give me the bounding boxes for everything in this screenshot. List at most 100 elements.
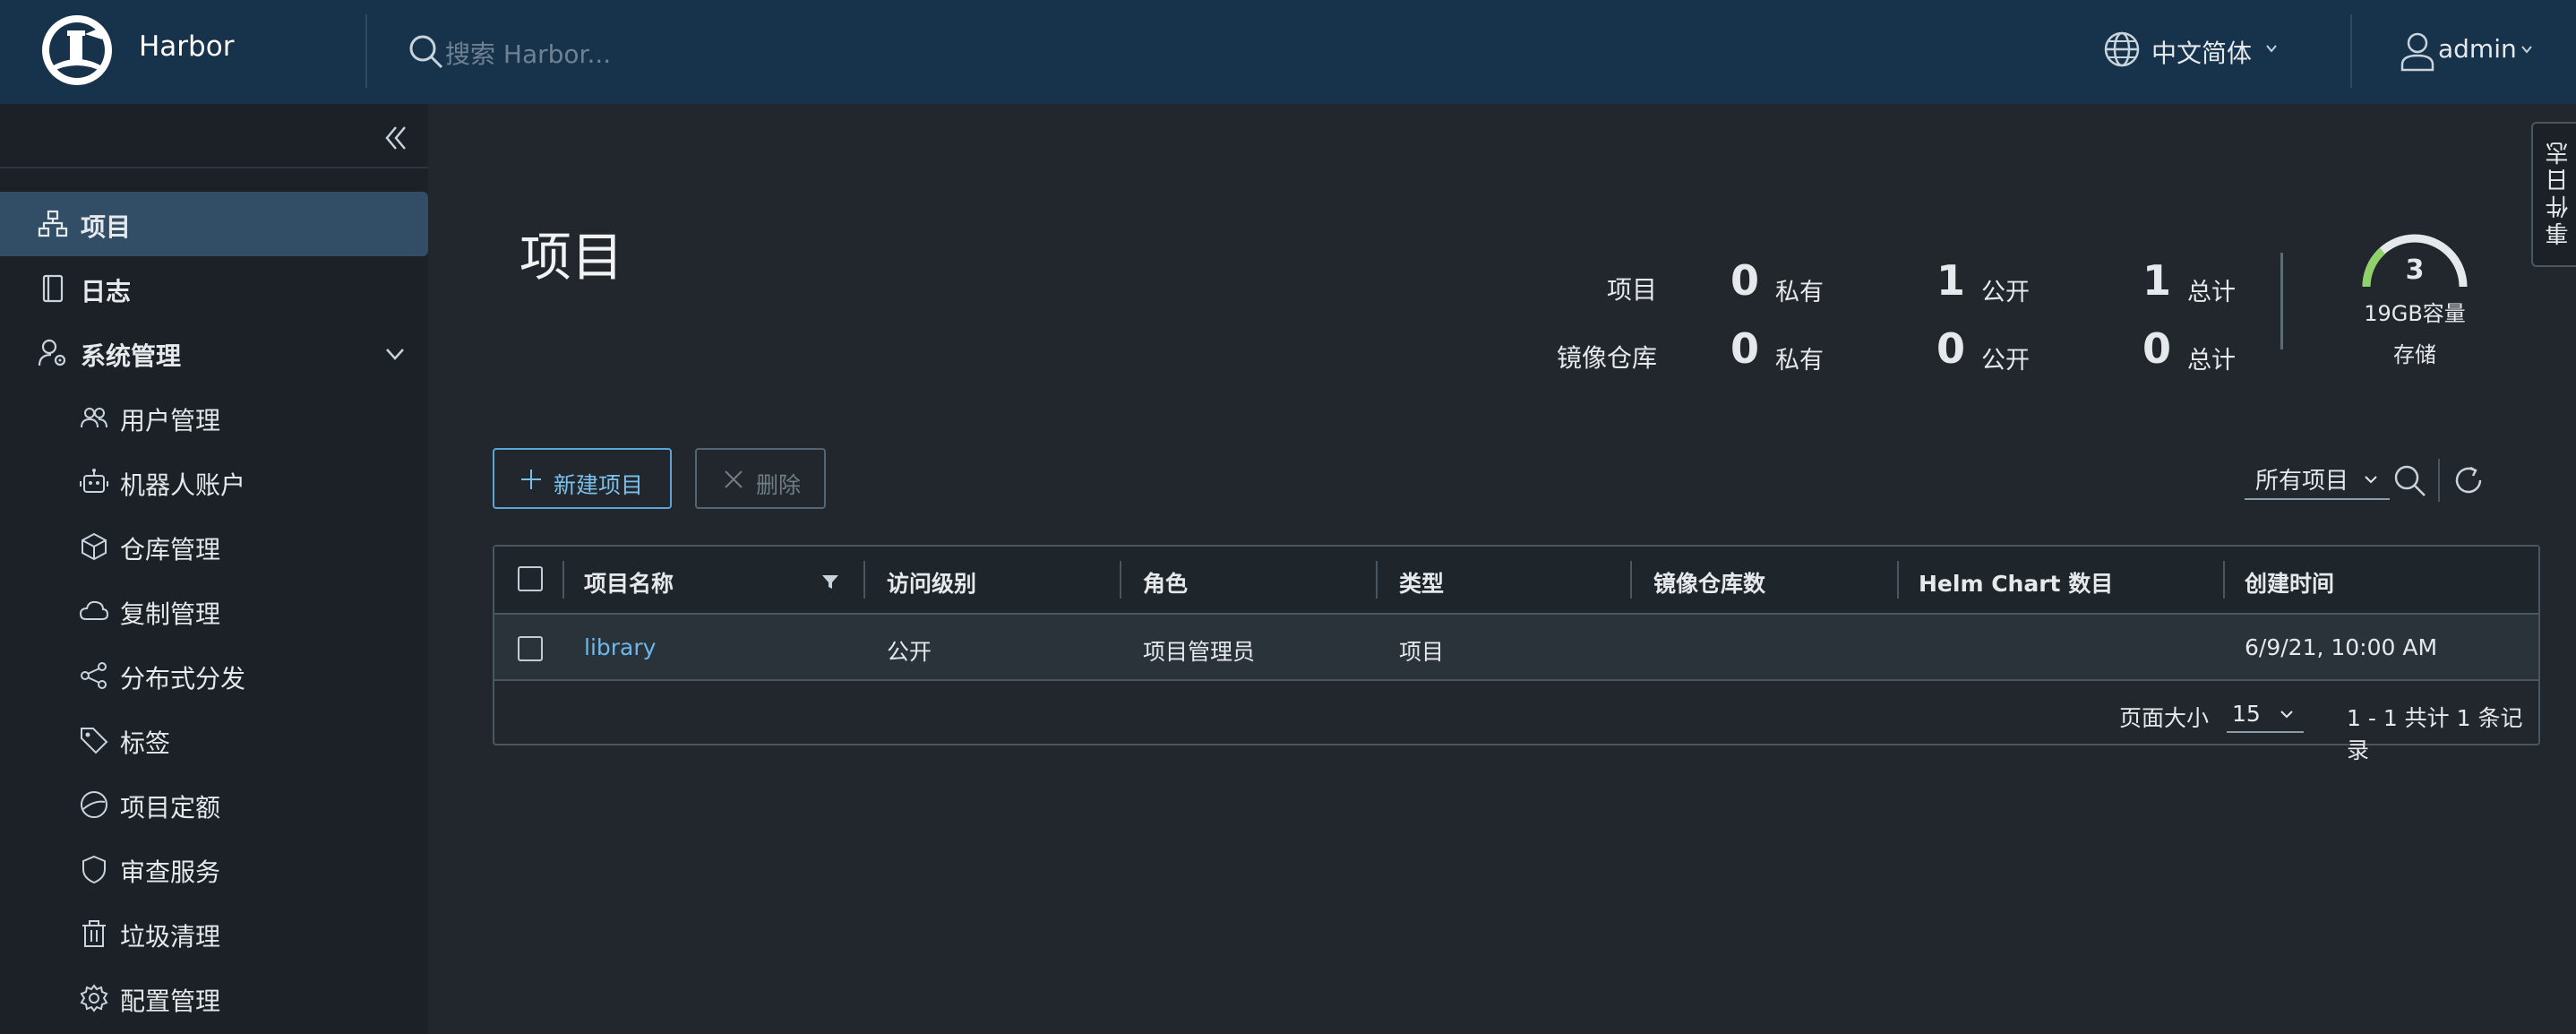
sidebar-divider <box>0 167 428 168</box>
close-icon <box>725 470 743 488</box>
stats-public-label: 公开 <box>1981 279 2030 306</box>
robot-icon <box>80 469 108 493</box>
project-filter-select[interactable]: 所有项目 <box>2245 459 2390 500</box>
stats-projects-private: 0 <box>1730 256 1759 305</box>
user-icon <box>2400 32 2434 72</box>
sidebar-item-label: 日志 <box>81 277 132 306</box>
table-header: 项目名称 访问级别 角色 类型 镜像仓库数 Helm Chart 数目 创建时间 <box>494 547 2538 615</box>
record-count: 1 - 1 共计 1 条记录 <box>2347 705 2523 763</box>
delete-button[interactable]: 删除 <box>695 448 826 509</box>
chevron-down-icon <box>2365 476 2377 484</box>
storage-value: 3 <box>2405 254 2425 286</box>
chevron-down-icon[interactable] <box>383 342 407 366</box>
filter-icon[interactable] <box>820 572 840 591</box>
globe-icon <box>2104 31 2140 67</box>
storage-label: 存储 <box>2393 342 2436 367</box>
brand-name[interactable]: Harbor <box>139 30 234 63</box>
chevron-down-icon <box>2280 711 2293 719</box>
top-navbar: Harbor 搜索 Harbor... 中文简体 admin <box>0 0 2576 104</box>
stats-private-label: 私有 <box>1775 347 1824 375</box>
event-log-label: 事件日志 <box>2546 138 2572 246</box>
cloud-icon <box>79 600 109 620</box>
page-size-label: 页面大小 <box>2119 705 2210 731</box>
select-all-checkbox[interactable] <box>518 566 543 591</box>
users-icon <box>81 408 107 428</box>
column-separator <box>2223 561 2225 599</box>
storage-capacity: 19GB容量 <box>2364 301 2466 326</box>
harbor-logo-icon[interactable] <box>39 13 115 88</box>
cell-role: 项目管理员 <box>1143 639 1256 665</box>
column-header-role[interactable]: 角色 <box>1143 566 1188 599</box>
sidebar-item-label: 项目 <box>81 212 132 242</box>
sidebar-item-label: 复制管理 <box>120 599 221 629</box>
column-header-repo-count[interactable]: 镜像仓库数 <box>1653 566 1765 599</box>
sidebar-item-label: 标签 <box>120 728 171 758</box>
stats-repos-label: 镜像仓库 <box>1557 343 1658 373</box>
refresh-icon[interactable] <box>2451 462 2486 498</box>
new-project-label: 新建项目 <box>554 472 644 498</box>
sidebar-item-configuration[interactable]: 配置管理 <box>0 966 428 1030</box>
column-separator <box>863 561 865 599</box>
trash-icon <box>82 920 106 947</box>
project-name-link[interactable]: library <box>584 634 656 660</box>
column-separator <box>1120 561 1121 599</box>
sidebar-item-distributions[interactable]: 分布式分发 <box>0 643 428 708</box>
search-icon[interactable] <box>2391 462 2427 498</box>
user-menu[interactable]: admin <box>2438 34 2517 64</box>
column-separator <box>1376 561 1378 599</box>
language-selector[interactable]: 中文简体 <box>2151 34 2252 70</box>
stats-total-label: 总计 <box>2187 347 2236 375</box>
delete-label: 删除 <box>756 472 802 498</box>
sidebar-item-project-quotas[interactable]: 项目定额 <box>0 772 428 837</box>
log-icon <box>42 274 64 303</box>
column-header-name[interactable]: 项目名称 <box>584 566 674 599</box>
new-project-button[interactable]: 新建项目 <box>493 448 672 509</box>
table-footer: 页面大小 15 1 - 1 共计 1 条记录 <box>494 681 2538 763</box>
column-separator <box>1897 561 1899 599</box>
stats-projects-total: 1 <box>2142 256 2171 305</box>
global-search-input[interactable]: 搜索 Harbor... <box>445 35 611 71</box>
project-filter-value: 所有项目 <box>2255 468 2349 495</box>
sidebar-item-label: 项目定额 <box>120 793 221 823</box>
column-header-type[interactable]: 类型 <box>1399 566 1444 599</box>
page-size-select[interactable]: 15 <box>2227 694 2304 733</box>
toolbar-divider <box>2438 459 2440 502</box>
stats-projects-public: 1 <box>1936 256 1965 305</box>
sidebar-item-replications[interactable]: 复制管理 <box>0 579 428 643</box>
column-separator <box>1630 561 1632 599</box>
column-header-access[interactable]: 访问级别 <box>887 566 976 599</box>
sidebar-item-label: 系统管理 <box>81 341 182 371</box>
stats-repos-total: 0 <box>2142 324 2171 373</box>
sidebar-item-labels[interactable]: 标签 <box>0 708 428 772</box>
column-header-created[interactable]: 创建时间 <box>2245 566 2334 599</box>
column-header-chart-count[interactable]: Helm Chart 数目 <box>1919 566 2113 599</box>
sidebar-item-users[interactable]: 用户管理 <box>0 385 428 450</box>
sidebar-item-interrogation-services[interactable]: 审查服务 <box>0 837 428 901</box>
admin-icon <box>38 339 66 366</box>
gear-icon <box>80 984 108 1012</box>
cell-created: 6/9/21, 10:00 AM <box>2245 634 2438 660</box>
projects-table: 项目名称 访问级别 角色 类型 镜像仓库数 Helm Chart 数目 创建时间… <box>493 545 2540 763</box>
row-checkbox[interactable] <box>518 636 543 661</box>
shield-icon <box>82 855 106 884</box>
chevron-down-icon[interactable] <box>2264 41 2279 56</box>
event-log-tab[interactable]: 事件日志 <box>2531 122 2576 267</box>
header-divider <box>365 14 367 88</box>
sidebar-item-administration[interactable]: 系统管理 <box>0 321 428 385</box>
chevron-down-icon[interactable] <box>2520 43 2533 56</box>
page-size-value: 15 <box>2232 701 2261 727</box>
sidebar-item-label: 垃圾清理 <box>120 922 221 952</box>
sidebar-item-robot-accounts[interactable]: 机器人账户 <box>0 450 428 514</box>
sidebar-item-registries[interactable]: 仓库管理 <box>0 514 428 579</box>
projects-icon <box>38 210 68 237</box>
share-icon <box>81 662 107 689</box>
sidebar-item-label: 分布式分发 <box>120 664 246 694</box>
plus-icon <box>521 470 541 489</box>
sidebar-item-logs[interactable]: 日志 <box>0 256 428 321</box>
table-row[interactable]: library 公开 项目管理员 项目 6/9/21, 10:00 AM <box>494 615 2538 681</box>
sidebar-item-garbage-collection[interactable]: 垃圾清理 <box>0 901 428 966</box>
collapse-sidebar-icon[interactable] <box>380 122 412 154</box>
sidebar: 项目 日志 系统管理 用户管理 机器人账户 仓库管理 复制管理 分布式分发 标签… <box>0 104 428 1034</box>
sidebar-item-projects[interactable]: 项目 <box>0 192 428 256</box>
tag-icon <box>81 728 108 754</box>
